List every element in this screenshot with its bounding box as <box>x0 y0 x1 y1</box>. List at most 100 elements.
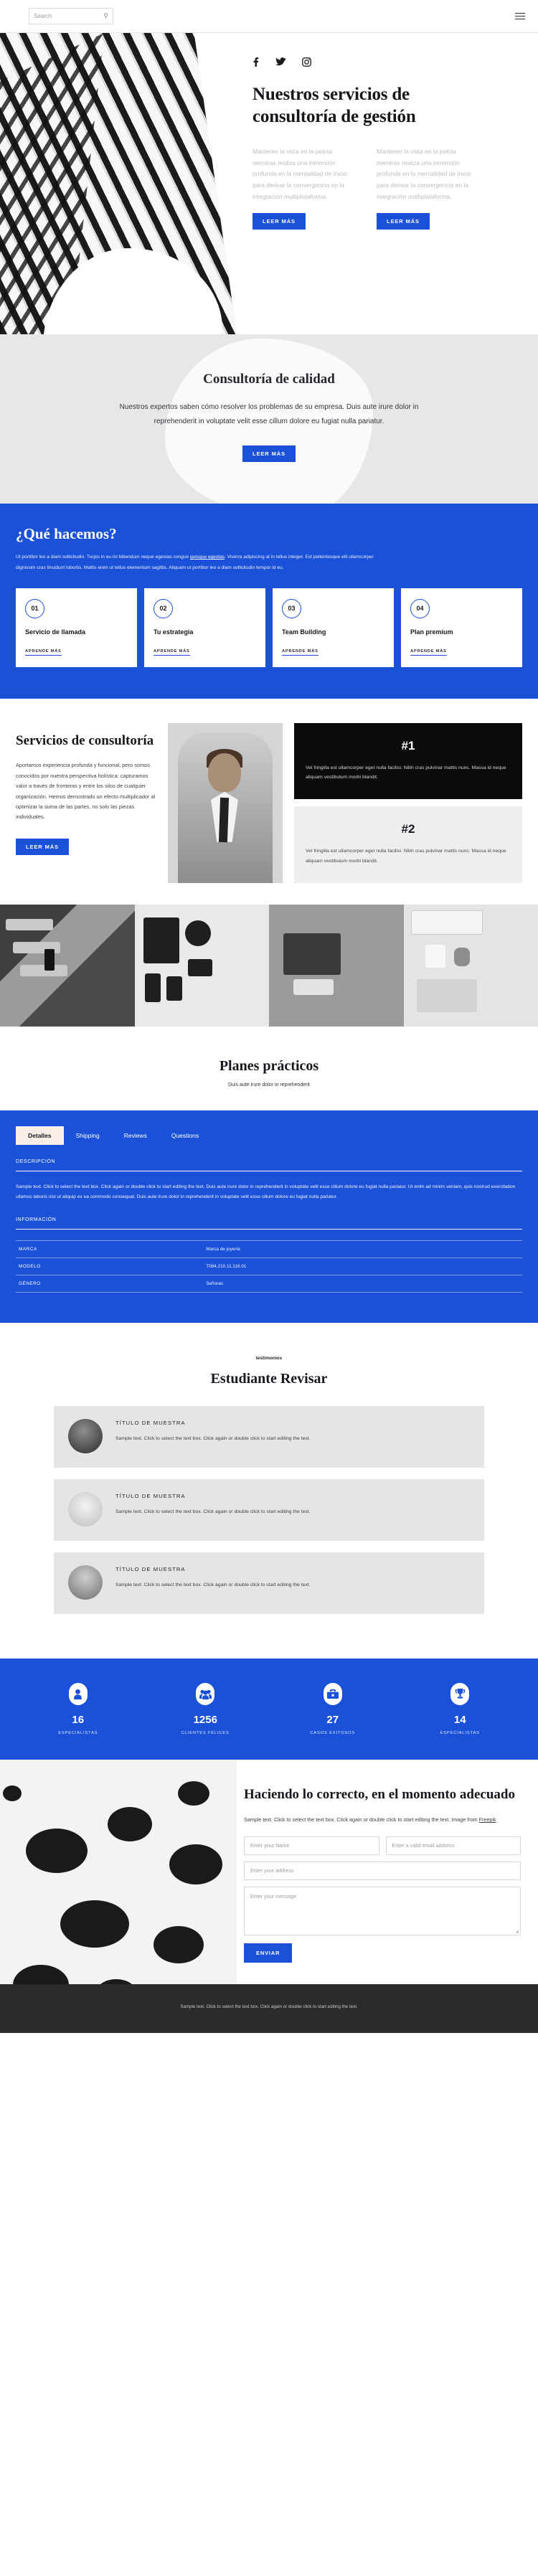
stat-label: ESPECIALISTAS <box>440 1731 480 1736</box>
footer: Sample text. Click to select the text bo… <box>0 1983 538 2033</box>
plans-heading: Planes prácticos <box>219 1057 319 1074</box>
services-read-more-button[interactable]: LEER MÁS <box>16 838 69 855</box>
read-more-button[interactable]: LEER MÁS <box>253 212 306 230</box>
search-input[interactable]: Search ⚲ <box>29 8 113 24</box>
stat-item: 14 ESPECIALISTAS <box>397 1683 524 1735</box>
gallery-photo-person-working <box>269 904 404 1027</box>
resize-handle-icon[interactable]: ◢ <box>515 1929 519 1934</box>
menu-line <box>515 12 525 14</box>
card-title: Team Building <box>282 628 326 636</box>
stat-item: 16 ESPECIALISTAS <box>14 1683 142 1735</box>
card-learn-more-link[interactable]: APRENDE MÁS <box>154 649 190 656</box>
table-cell-key: MODELO <box>19 1264 41 1270</box>
testimonial-body: Sample text. Click to select the text bo… <box>115 1436 311 1442</box>
contact-subtext-part: Sample text. Click to select the text bo… <box>244 1816 479 1824</box>
testimonial-title: TÍTULO DE MUESTRA <box>115 1566 186 1573</box>
stat-number: 16 <box>72 1714 85 1727</box>
testimonial-card: TÍTULO DE MUESTRA Sample text. Click to … <box>54 1406 484 1468</box>
lede-part-1: Ut porttitor leo a diam sollicitudin. Tu… <box>16 555 191 560</box>
stat-label: CASOS EXITOSOS <box>310 1731 356 1736</box>
gallery-photo-stairs <box>0 904 135 1027</box>
person-icon <box>68 1683 88 1706</box>
gallery-photo-keyboard-laptop <box>403 904 538 1027</box>
tab-reviews[interactable]: Reviews <box>112 1126 159 1145</box>
contact-decorative-photo <box>0 1760 237 1984</box>
top-bar: Search ⚲ <box>0 0 538 33</box>
rank-title: #1 <box>401 738 415 752</box>
service-card[interactable]: 04 Plan premium APRENDE MÁS <box>401 588 522 667</box>
card-number: 04 <box>410 598 430 618</box>
tab-questions[interactable]: Questions <box>159 1126 211 1145</box>
hamburger-menu-icon[interactable] <box>515 12 525 20</box>
card-number: 01 <box>25 598 44 618</box>
what-we-do-section: ¿Qué hacemos? Ut porttitor leo a diam so… <box>0 504 538 699</box>
service-card[interactable]: 02 Tu estrategia APRENDE MÁS <box>144 588 265 667</box>
stat-label: CLIENTES FELICES <box>181 1731 230 1736</box>
lede-link[interactable]: quisque egestas <box>190 555 225 560</box>
stat-number: 1256 <box>193 1714 217 1727</box>
quality-read-more-button[interactable]: LEER MÁS <box>242 445 296 462</box>
photo-gallery <box>0 904 538 1027</box>
plans-section: Detalles Shipping Reviews Questions DESC… <box>0 1110 538 1324</box>
service-card[interactable]: 03 Team Building APRENDE MÁS <box>273 588 394 667</box>
social-links <box>253 57 519 68</box>
stats-section: 16 ESPECIALISTAS 1256 CLIENTES FELICES 2… <box>0 1659 538 1760</box>
contact-heading: Haciendo lo correcto, en el momento adec… <box>244 1787 515 1803</box>
search-icon[interactable]: ⚲ <box>103 12 108 20</box>
photo-shape-tie <box>218 797 230 842</box>
description-body: Sample text. Click to select the text bo… <box>16 1184 516 1199</box>
services-body: Aportamos experiencia profunda y funcion… <box>16 762 156 821</box>
contact-section: Haciendo lo correcto, en el momento adec… <box>0 1760 538 1984</box>
service-card[interactable]: 01 Servicio de llamada APRENDE MÁS <box>16 588 137 667</box>
search-placeholder: Search <box>34 13 52 19</box>
testimonial-body: Sample text. Click to select the text bo… <box>115 1582 311 1588</box>
hero-column-2: Mantener la vista en la pelota mientras … <box>377 146 481 230</box>
tab-shipping[interactable]: Shipping <box>64 1126 112 1145</box>
card-number: 03 <box>282 598 301 618</box>
hero-content: Nuestros servicios de consultoría de ges… <box>253 57 519 230</box>
testimonial-card: TÍTULO DE MUESTRA Sample text. Click to … <box>54 1552 484 1615</box>
testimonial-card: TÍTULO DE MUESTRA Sample text. Click to … <box>54 1479 484 1542</box>
email-field[interactable]: Enter a valid email address <box>385 1836 521 1855</box>
tab-detalles[interactable]: Detalles <box>16 1126 64 1145</box>
facebook-icon[interactable] <box>253 57 259 68</box>
table-row: GÉNERO Señoras <box>16 1275 522 1293</box>
card-learn-more-link[interactable]: APRENDE MÁS <box>282 649 318 656</box>
gallery-photo-desk-flatlay <box>134 904 269 1027</box>
name-field[interactable]: Enter your Name <box>244 1836 379 1855</box>
message-placeholder: Enter your message <box>250 1892 297 1900</box>
what-we-do-lede: Ut porttitor leo a diam sollicitudin. Tu… <box>16 552 389 574</box>
instagram-icon[interactable] <box>302 57 311 68</box>
page-title: Nuestros servicios de consultoría de ges… <box>253 85 416 126</box>
stat-item: 27 CASOS EXITOSOS <box>269 1683 397 1735</box>
card-title: Servicio de llamada <box>25 628 86 636</box>
card-learn-more-link[interactable]: APRENDE MÁS <box>410 649 447 656</box>
plans-subheading: Duis aute irure dolor in reprehenderit <box>227 1082 310 1088</box>
plans-heading-block: Planes prácticos Duis aute irure dolor i… <box>0 1026 538 1110</box>
quality-heading: Consultoría de calidad <box>203 372 335 387</box>
address-field[interactable]: Enter your address <box>244 1861 521 1880</box>
testimonial-title: TÍTULO DE MUESTRA <box>115 1420 186 1427</box>
testimonial-body: Sample text. Click to select the text bo… <box>115 1509 311 1515</box>
twitter-icon[interactable] <box>275 57 285 68</box>
rank-body: Vel fringilla est ullamcorper eget nulla… <box>306 849 506 864</box>
consultant-photo <box>168 722 283 883</box>
information-label: INFORMACIÓN <box>16 1217 522 1230</box>
stat-item: 1256 CLIENTES FELICES <box>142 1683 270 1735</box>
information-table: MARCA Marca de joyería MODELO T084.210.1… <box>16 1240 522 1293</box>
avatar <box>68 1492 103 1527</box>
read-more-button[interactable]: LEER MÁS <box>377 212 430 230</box>
table-cell-key: MARCA <box>19 1247 37 1252</box>
table-cell-value: Marca de joyería <box>206 1247 240 1252</box>
message-field[interactable]: Enter your message ◢ <box>244 1886 521 1935</box>
briefcase-icon <box>323 1683 342 1706</box>
rank-cards: #1 Vel fringilla est ullamcorper eget nu… <box>294 722 522 883</box>
card-learn-more-link[interactable]: APRENDE MÁS <box>25 649 62 656</box>
services-section: Servicios de consultoría Aportamos exper… <box>0 698 538 905</box>
service-cards: 01 Servicio de llamada APRENDE MÁS 02 Tu… <box>16 588 522 667</box>
group-icon <box>196 1683 215 1706</box>
menu-line <box>515 15 525 17</box>
submit-button[interactable]: ENVIAR <box>244 1943 293 1963</box>
freepik-link[interactable]: Freepik <box>479 1816 496 1823</box>
quality-body: Nuestros expertos saben cómo resolver lo… <box>119 403 419 425</box>
